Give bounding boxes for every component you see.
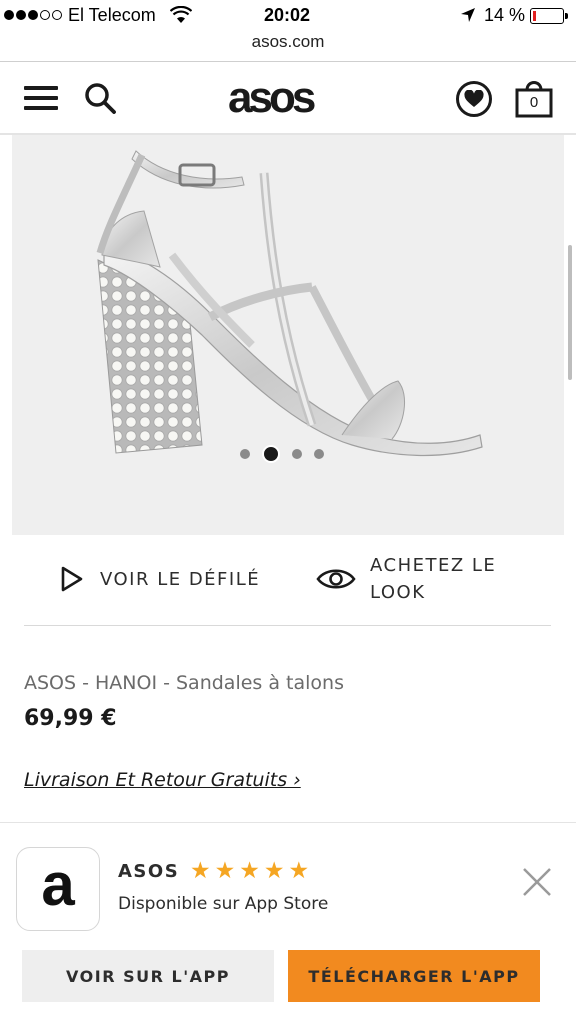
star-icon: ★: [190, 858, 211, 884]
wifi-icon: [170, 6, 192, 23]
product-actions: VOIR LE DÉFILÉ ACHETEZ LE LOOK: [24, 540, 552, 626]
shopping-bag-button[interactable]: 0: [514, 78, 554, 120]
menu-icon[interactable]: [24, 84, 58, 112]
clock: 20:02: [264, 5, 311, 25]
battery-tip: [565, 13, 568, 19]
carousel-dot[interactable]: [240, 449, 250, 459]
heart-icon: [464, 90, 484, 107]
app-icon[interactable]: a: [16, 847, 100, 931]
app-install-banner: a ASOS ★ ★ ★ ★ ★ Disponible sur App Stor…: [0, 823, 576, 1024]
status-bar: El Telecom 20:02 14 %: [0, 0, 576, 32]
product-title: ASOS - HANOI - Sandales à talons: [24, 672, 344, 694]
view-in-app-button[interactable]: VOIR SUR L'APP: [22, 950, 274, 1002]
rating-stars: ★ ★ ★ ★ ★: [190, 859, 309, 883]
product-price: 69,99 €: [24, 706, 117, 731]
star-icon: ★: [214, 858, 236, 884]
star-icon: ★: [263, 858, 285, 884]
shop-the-look-button[interactable]: ACHETEZ LE LOOK: [316, 552, 500, 606]
app-icon-letter: a: [41, 851, 75, 918]
star-icon: ★: [288, 858, 310, 884]
battery-icon: [530, 8, 564, 24]
catwalk-video-button[interactable]: VOIR LE DÉFILÉ: [60, 566, 260, 592]
carousel-dot[interactable]: [314, 449, 324, 459]
sandal-image: [96, 150, 483, 457]
address-bar[interactable]: asos.com: [0, 32, 576, 60]
app-availability: Disponible sur App Store: [118, 894, 329, 914]
catwalk-label: VOIR LE DÉFILÉ: [100, 568, 261, 590]
app-name: ASOS: [118, 861, 180, 882]
search-icon[interactable]: [84, 82, 116, 114]
shop-look-label: ACHETEZ LE LOOK: [370, 555, 497, 603]
download-app-button[interactable]: TÉLÉCHARGER L'APP: [288, 950, 540, 1002]
scrollbar[interactable]: [568, 245, 572, 380]
signal-strength-icon: [4, 10, 62, 20]
site-header: asos 0: [0, 62, 576, 134]
close-icon[interactable]: [520, 865, 554, 899]
free-delivery-link[interactable]: Livraison Et Retour Gratuits ›: [24, 769, 301, 791]
battery-percentage: 14 %: [484, 5, 526, 25]
product-image[interactable]: [12, 135, 564, 535]
asos-logo[interactable]: asos: [228, 76, 316, 120]
location-arrow-icon: [461, 8, 475, 22]
star-icon: ★: [239, 858, 260, 884]
carousel-dot[interactable]: [292, 449, 302, 459]
carousel-dot-active[interactable]: [262, 445, 280, 463]
actions-divider: [24, 625, 551, 626]
eye-icon: [316, 569, 356, 589]
bag-count: 0: [529, 94, 539, 111]
carrier-name: El Telecom: [68, 5, 156, 25]
saved-items-button[interactable]: [456, 81, 492, 117]
play-icon: [61, 566, 83, 592]
image-carousel-dots[interactable]: [240, 445, 324, 463]
